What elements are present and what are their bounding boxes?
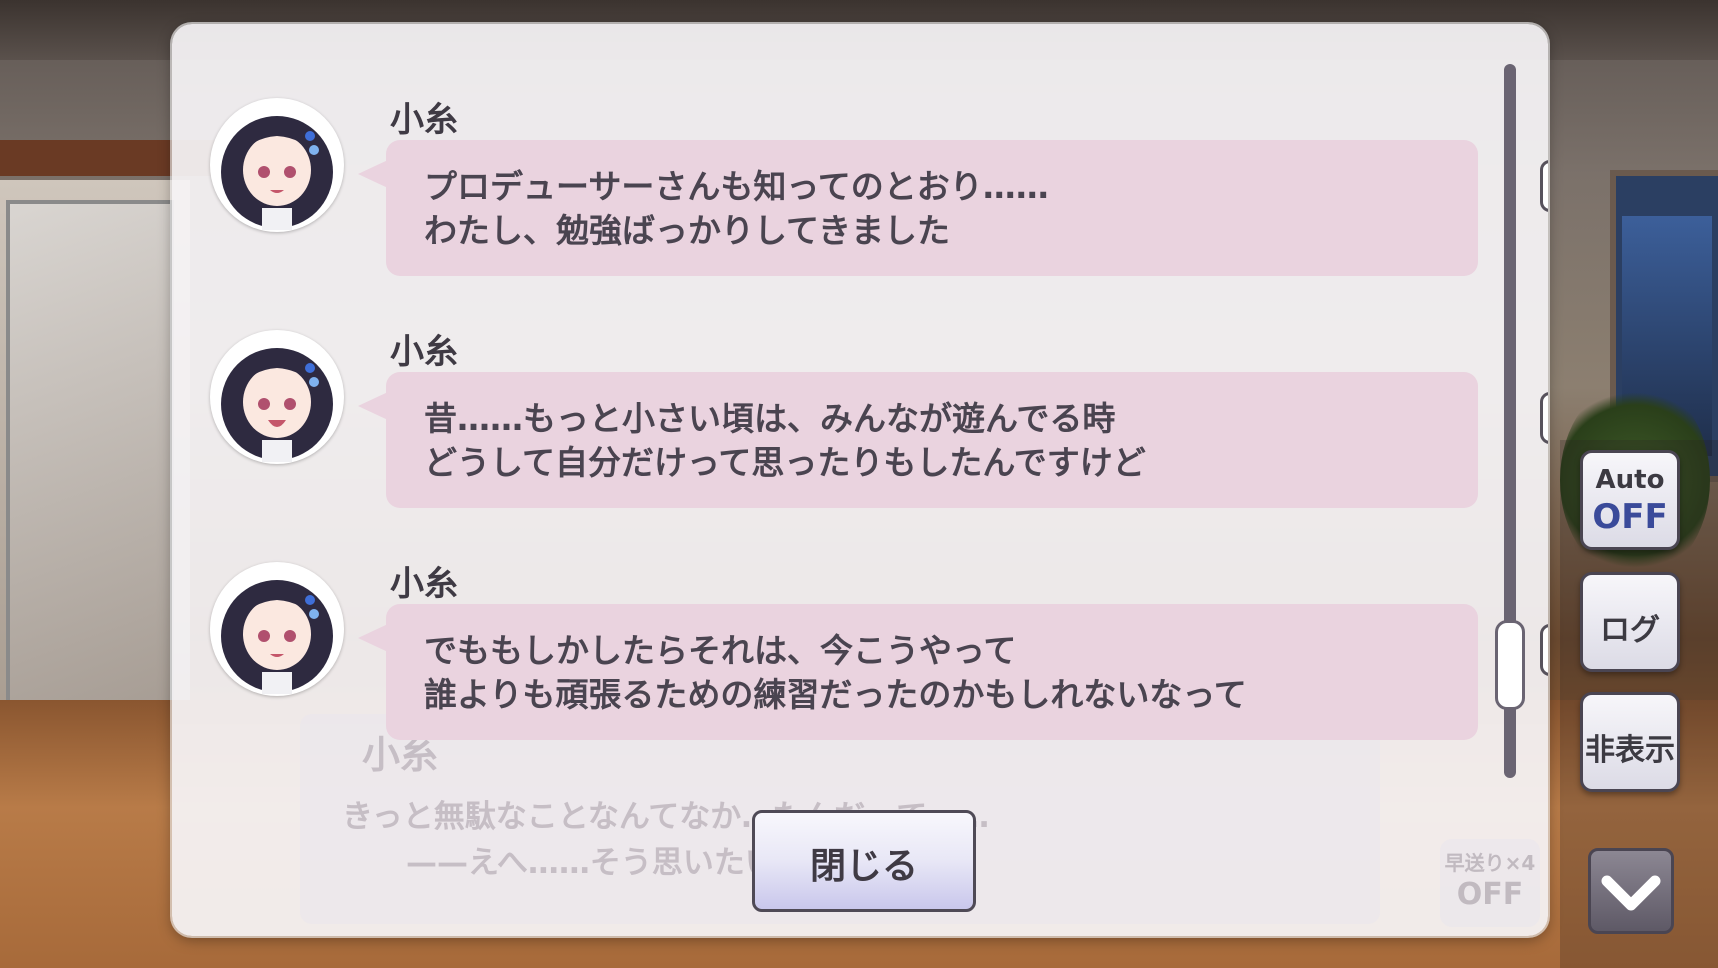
log-label: ログ	[1600, 613, 1660, 648]
voice-replay-button[interactable]	[1540, 392, 1548, 444]
log-entry: 小糸 でももしかしたらそれは、今こうやって 誰よりも頑張るための練習だったのかも…	[172, 508, 1548, 740]
fast-forward-label: 早送り×4	[1444, 851, 1536, 875]
avatar	[210, 98, 344, 232]
fast-forward-state: OFF	[1456, 877, 1524, 912]
dialog-bubble: でももしかしたらそれは、今こうやって 誰よりも頑張るための練習だったのかもしれな…	[358, 604, 1548, 740]
character-portrait-icon	[221, 580, 333, 694]
voice-replay-button[interactable]	[1540, 160, 1548, 212]
studio-mirror	[6, 200, 174, 728]
auto-state: OFF	[1592, 497, 1668, 537]
close-label: 閉じる	[809, 846, 918, 887]
speaker-name: 小糸	[390, 100, 458, 140]
log-entry: 小糸 昔……もっと小さい頃は、みんなが遊んでる時 どうして自分だけって思ったりも…	[172, 276, 1548, 508]
voice-replay-button[interactable]	[1540, 624, 1548, 676]
scrollbar-thumb[interactable]	[1495, 620, 1525, 710]
chevron-down-icon	[1601, 875, 1661, 911]
character-portrait-icon	[221, 116, 333, 230]
speaker-name: 小糸	[390, 332, 458, 372]
character-portrait-icon	[221, 348, 333, 462]
dialog-line-2: 誰よりも頑張るための練習だったのかもしれないなって	[424, 675, 1247, 714]
auto-label: Auto	[1595, 465, 1665, 495]
auto-toggle-button[interactable]: Auto OFF	[1580, 450, 1680, 550]
hide-ui-button[interactable]: 非表示	[1580, 692, 1680, 792]
dialog-log-panel: 小糸 きっと無駄なことなんてなか…たんだ…て…… ——えへ……そう思いたい…ど …	[172, 24, 1548, 936]
dialog-line-2: わたし、勉強ばっかりしてきました	[424, 211, 951, 250]
hide-label: 非表示	[1585, 733, 1675, 768]
log-button[interactable]: ログ	[1580, 572, 1680, 672]
speaker-name: 小糸	[390, 564, 458, 604]
dialog-line-1: でももしかしたらそれは、今こうやって	[424, 631, 1017, 670]
dialog-line-1: 昔……もっと小さい頃は、みんなが遊んでる時	[424, 399, 1116, 438]
avatar	[210, 562, 344, 696]
dialog-line-2: どうして自分だけって思ったりもしたんですけど	[424, 443, 1146, 482]
log-entry: 小糸 プロデューサーさんも知ってのとおり…… わたし、勉強ばっかりしてきました	[172, 44, 1548, 276]
dialog-line-1: プロデューサーさんも知ってのとおり……	[424, 167, 1049, 206]
avatar	[210, 330, 344, 464]
fast-forward-button: 早送り×4 OFF	[1440, 839, 1540, 927]
close-button[interactable]: 閉じる	[752, 810, 976, 912]
advance-button[interactable]	[1588, 848, 1674, 934]
dialog-bubble: 昔……もっと小さい頃は、みんなが遊んでる時 どうして自分だけって思ったりもしたん…	[358, 372, 1548, 508]
dialog-bubble: プロデューサーさんも知ってのとおり…… わたし、勉強ばっかりしてきました	[358, 140, 1548, 276]
